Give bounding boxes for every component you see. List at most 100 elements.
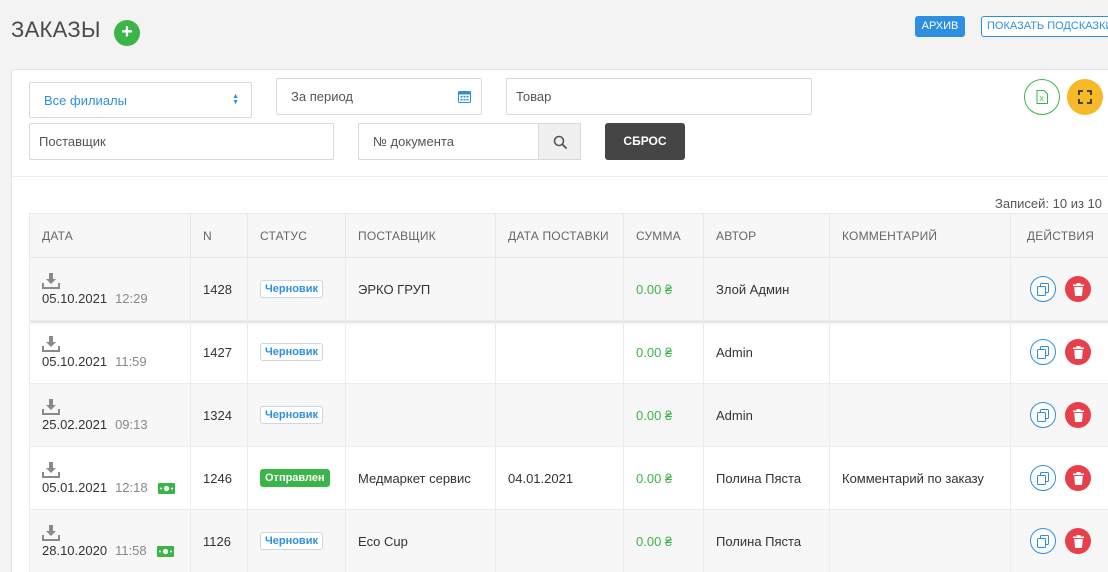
col-comment[interactable]: КОММЕНТАРИЙ xyxy=(829,213,1011,258)
reset-button[interactable]: СБРОС xyxy=(605,123,685,160)
date-cell: 05.10.2021 12:29 xyxy=(29,257,191,321)
status-badge: Черновик xyxy=(260,532,323,550)
table-header-row: ДАТА N СТАТУС ПОСТАВЩИК ДАТА ПОСТАВКИ СУ… xyxy=(29,213,1108,258)
supplier-cell: ЭРКО ГРУП xyxy=(345,257,496,321)
copy-button[interactable] xyxy=(1029,339,1056,365)
period-input[interactable] xyxy=(291,89,481,104)
delivery-date-cell xyxy=(495,320,624,384)
comment-cell xyxy=(829,383,1011,447)
status-badge: Черновик xyxy=(260,343,323,361)
sum-cell: 0.00 ₴ xyxy=(623,383,704,447)
trash-icon xyxy=(1072,345,1084,359)
col-sum[interactable]: СУММА xyxy=(623,213,704,258)
col-author[interactable]: АВТОР xyxy=(703,213,830,258)
period-field[interactable] xyxy=(276,78,482,115)
order-number: 1427 xyxy=(190,320,248,384)
copy-button[interactable] xyxy=(1029,402,1056,428)
comment-cell xyxy=(829,257,1011,321)
fullscreen-button[interactable] xyxy=(1067,79,1103,115)
download-icon[interactable] xyxy=(42,524,60,541)
supplier-cell: Медмаркет сервис xyxy=(345,446,496,510)
orders-table: ДАТА N СТАТУС ПОСТАВЩИК ДАТА ПОСТАВКИ СУ… xyxy=(29,213,1108,572)
status-cell: Черновик xyxy=(247,509,346,572)
col-supplier[interactable]: ПОСТАВЩИК xyxy=(345,213,496,258)
author-cell: Полина Пяста xyxy=(703,509,830,572)
branch-select[interactable]: Все филиалы ▲ ▼ xyxy=(29,82,252,118)
supplier-input[interactable] xyxy=(39,134,333,149)
download-icon[interactable] xyxy=(42,461,60,478)
actions-cell xyxy=(1010,383,1108,447)
trash-icon xyxy=(1072,282,1084,296)
supplier-cell xyxy=(345,320,496,384)
col-n[interactable]: N xyxy=(190,213,248,258)
status-cell: Черновик xyxy=(247,257,346,321)
status-badge: Черновик xyxy=(260,406,323,424)
col-delivery-date[interactable]: ДАТА ПОСТАВКИ xyxy=(495,213,624,258)
select-arrows-icon: ▲ ▼ xyxy=(232,93,239,106)
delete-button[interactable] xyxy=(1065,276,1092,302)
order-date: 28.10.2020 xyxy=(42,542,108,558)
col-status[interactable]: СТАТУС xyxy=(247,213,346,258)
date-cell: 25.02.2021 09:13 xyxy=(29,383,191,447)
table-row[interactable]: 05.10.2021 11:59 1427 Черновик 0.00 ₴ Adm… xyxy=(29,320,1108,384)
search-button[interactable] xyxy=(538,123,581,160)
export-excel-button[interactable]: X xyxy=(1024,79,1060,115)
download-icon[interactable] xyxy=(42,272,60,289)
col-date[interactable]: ДАТА xyxy=(29,213,191,258)
download-icon[interactable] xyxy=(42,398,60,415)
actions-cell xyxy=(1010,509,1108,572)
delivery-date-cell xyxy=(495,383,624,447)
excel-icon: X xyxy=(1036,90,1048,104)
order-number: 1324 xyxy=(190,383,248,447)
sum-cell: 0.00 ₴ xyxy=(623,446,704,510)
delete-button[interactable] xyxy=(1065,402,1092,428)
comment-cell xyxy=(829,509,1011,572)
delete-button[interactable] xyxy=(1065,528,1092,554)
archive-button[interactable]: АРХИВ xyxy=(915,16,965,37)
docnum-input[interactable] xyxy=(373,134,540,149)
supplier-field[interactable] xyxy=(29,123,334,160)
supplier-cell xyxy=(345,383,496,447)
table-row[interactable]: 28.10.2020 11:58 1126 Черновик Eco Cup 0.… xyxy=(29,509,1108,572)
copy-button[interactable] xyxy=(1029,465,1056,491)
actions-cell xyxy=(1010,446,1108,510)
order-time: 11:58 xyxy=(115,542,147,558)
table-row[interactable]: 05.01.2021 12:18 1246 Отправлен Медмаркет… xyxy=(29,446,1108,510)
product-field[interactable] xyxy=(506,78,812,115)
delete-button[interactable] xyxy=(1065,465,1092,491)
copy-icon xyxy=(1036,345,1049,359)
order-time: 11:59 xyxy=(115,353,147,369)
show-hints-button[interactable]: ПОКАЗАТЬ ПОДСКАЗКИ xyxy=(981,16,1108,37)
order-number: 1246 xyxy=(190,446,248,510)
order-date: 05.10.2021 xyxy=(42,353,108,369)
trash-icon xyxy=(1072,534,1084,548)
fullscreen-icon xyxy=(1078,90,1092,104)
download-icon[interactable] xyxy=(42,335,60,352)
status-cell: Черновик xyxy=(247,383,346,447)
money-icon xyxy=(157,482,175,494)
order-date: 25.02.2021 xyxy=(42,416,108,432)
table-row[interactable]: 05.10.2021 12:29 1428 Черновик ЭРКО ГРУП … xyxy=(29,257,1108,321)
filters-divider xyxy=(12,176,1108,177)
orders-card: Все филиалы ▲▼ СБРОС X xyxy=(11,69,1108,572)
docnum-field[interactable] xyxy=(358,123,540,160)
copy-icon xyxy=(1036,408,1049,422)
delete-button[interactable] xyxy=(1065,339,1092,365)
copy-icon xyxy=(1036,534,1049,548)
sum-cell: 0.00 ₴ xyxy=(623,257,704,321)
author-cell: Злой Админ xyxy=(703,257,830,321)
delivery-date-cell xyxy=(495,257,624,321)
add-order-button[interactable]: + xyxy=(114,20,140,46)
copy-button[interactable] xyxy=(1029,528,1056,554)
sum-cell: 0.00 ₴ xyxy=(623,320,704,384)
date-cell: 28.10.2020 11:58 xyxy=(29,509,191,572)
actions-cell xyxy=(1010,320,1108,384)
comment-cell: Комментарий по заказу xyxy=(829,446,1011,510)
copy-button[interactable] xyxy=(1029,276,1056,302)
product-input[interactable] xyxy=(516,89,811,104)
actions-cell xyxy=(1010,257,1108,321)
sum-cell: 0.00 ₴ xyxy=(623,509,704,572)
trash-icon xyxy=(1072,408,1084,422)
author-cell: Admin xyxy=(703,383,830,447)
table-row[interactable]: 25.02.2021 09:13 1324 Черновик 0.00 ₴ Adm… xyxy=(29,383,1108,447)
